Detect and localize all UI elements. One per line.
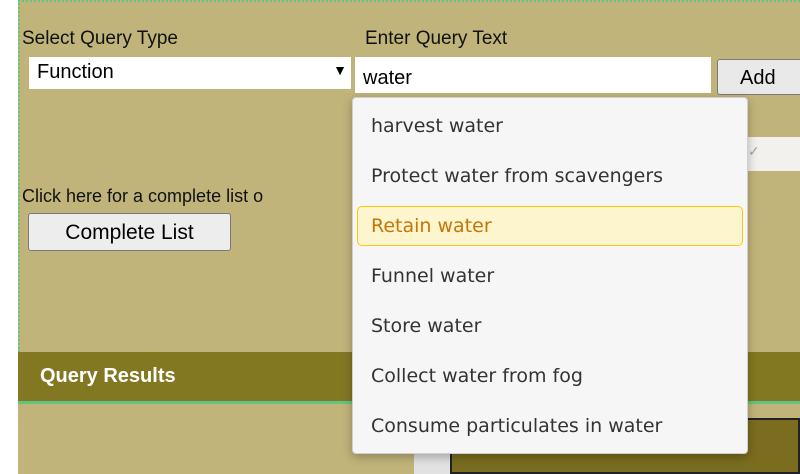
autocomplete-option[interactable]: Funnel water: [357, 256, 743, 296]
autocomplete-dropdown: harvest water Protect water from scaveng…: [352, 97, 748, 454]
query-type-value: Function: [37, 61, 114, 83]
autocomplete-option[interactable]: Protect water from scavengers: [357, 156, 743, 196]
autocomplete-option[interactable]: Consume particulates in water: [357, 406, 743, 446]
hidden-field: ✓: [742, 137, 800, 171]
caret-down-icon: ▼: [333, 62, 347, 78]
add-button[interactable]: Add: [717, 59, 800, 95]
check-icon: ✓: [748, 143, 760, 159]
autocomplete-option-highlighted[interactable]: Retain water: [357, 206, 743, 246]
complete-list-hint: Click here for a complete list o: [22, 186, 264, 206]
complete-list-button[interactable]: Complete List: [28, 213, 231, 251]
autocomplete-option[interactable]: Collect water from fog: [357, 356, 743, 396]
autocomplete-option[interactable]: Store water: [357, 306, 743, 346]
query-type-label: Select Query Type: [22, 28, 178, 49]
autocomplete-option[interactable]: harvest water: [357, 106, 743, 146]
query-type-select[interactable]: Function ▼: [29, 57, 351, 89]
query-text-label: Enter Query Text: [365, 28, 508, 49]
results-title: Query Results: [40, 365, 176, 387]
query-text-input[interactable]: [355, 57, 711, 93]
